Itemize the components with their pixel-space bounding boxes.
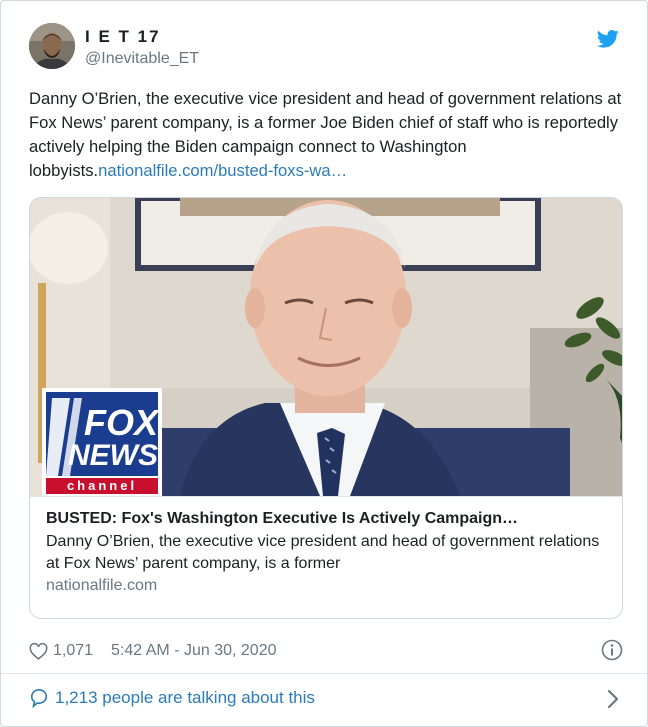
fox-logo: FOX NEWS bbox=[56, 402, 158, 472]
fox-logo-line1: FOX bbox=[83, 402, 158, 443]
timestamp[interactable]: 5:42 AM - Jun 30, 2020 bbox=[111, 642, 276, 660]
avatar[interactable] bbox=[29, 23, 75, 69]
tweet-text: Danny O’Brien, the executive vice presid… bbox=[29, 87, 625, 183]
like-count[interactable]: 1,071 bbox=[53, 642, 93, 660]
twitter-bird-icon[interactable] bbox=[597, 29, 619, 49]
tweet-meta: 1,071 5:42 AM - Jun 30, 2020 bbox=[29, 639, 277, 663]
divider bbox=[1, 673, 647, 674]
user-handle[interactable]: @Inevitable_ET bbox=[85, 50, 199, 68]
card-title[interactable]: BUSTED: Fox's Washington Executive Is Ac… bbox=[46, 509, 608, 529]
card-description: Danny O’Brien, the executive vice presid… bbox=[46, 533, 600, 572]
tweet-link[interactable]: nationalfile.com/busted-foxs-wa… bbox=[98, 161, 347, 180]
tweet-embed[interactable]: I E T 17 @Inevitable_ET Danny O’Brien, t… bbox=[0, 0, 648, 727]
card-image[interactable]: FOX NEWS channel bbox=[30, 198, 622, 496]
card-body[interactable]: BUSTED: Fox's Washington Executive Is Ac… bbox=[30, 496, 622, 618]
fox-logo-line2: NEWS bbox=[68, 439, 158, 472]
talking-about-link[interactable]: 1,213 people are talking about this bbox=[29, 685, 315, 711]
talking-text[interactable]: 1,213 people are talking about this bbox=[55, 688, 315, 708]
display-name[interactable]: I E T 17 bbox=[85, 27, 199, 47]
chevron-right-icon[interactable] bbox=[607, 689, 619, 709]
card-domain: nationalfile.com bbox=[46, 577, 158, 594]
tweet-header: I E T 17 @Inevitable_ET bbox=[29, 23, 627, 73]
heart-icon[interactable] bbox=[29, 642, 48, 660]
user-names[interactable]: I E T 17 @Inevitable_ET bbox=[85, 27, 199, 68]
info-icon[interactable] bbox=[601, 639, 623, 661]
speech-bubble-icon bbox=[30, 689, 48, 708]
link-card[interactable]: FOX NEWS channel BUSTED: Fox's Washingto… bbox=[29, 197, 623, 619]
fox-logo-channel: channel bbox=[66, 478, 138, 493]
